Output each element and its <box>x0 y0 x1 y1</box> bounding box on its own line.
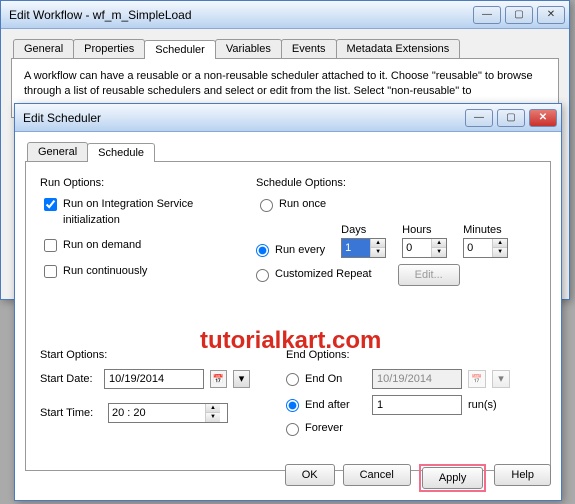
edit-repeat-button[interactable]: Edit... <box>398 264 460 286</box>
scheduler-tabs: General Schedule <box>17 138 559 161</box>
run-on-demand-checkbox[interactable]: Run on demand <box>44 238 240 253</box>
forever-radio[interactable]: Forever <box>286 421 343 436</box>
titlebar: Edit Workflow - wf_m_SimpleLoad — ▢ ✕ <box>1 1 569 29</box>
close-button[interactable]: ✕ <box>537 6 565 24</box>
radio-label: End On <box>305 372 342 387</box>
minimize-button[interactable]: — <box>465 109 493 127</box>
hours-label: Hours <box>402 223 447 238</box>
start-time-spinner[interactable]: ▲▼ <box>108 403 228 423</box>
tab-scheduler[interactable]: Scheduler <box>144 40 216 59</box>
radio-input[interactable] <box>286 423 299 436</box>
checkbox-label: Run on Integration Service initializatio… <box>63 197 240 228</box>
edit-scheduler-window: Edit Scheduler — ▢ ✕ General Schedule Ru… <box>14 103 562 501</box>
chevron-down-icon: ▾ <box>492 370 510 388</box>
spin-up-icon[interactable]: ▲ <box>206 404 220 413</box>
cancel-button[interactable]: Cancel <box>343 464 411 486</box>
hours-input[interactable] <box>403 239 431 257</box>
checkbox-input[interactable] <box>44 239 57 252</box>
help-button[interactable]: Help <box>494 464 551 486</box>
radio-input[interactable] <box>286 373 299 386</box>
checkbox-input[interactable] <box>44 265 57 278</box>
radio-input[interactable] <box>260 199 273 212</box>
schedule-panel: Run Options: Run on Integration Service … <box>25 161 551 471</box>
workflow-tabs: General Properties Scheduler Variables E… <box>3 35 567 58</box>
spin-up-icon[interactable]: ▲ <box>493 239 507 248</box>
days-input[interactable] <box>342 239 370 257</box>
radio-label: End after <box>305 398 350 413</box>
end-after-runs-input[interactable] <box>372 395 462 415</box>
tab-properties[interactable]: Properties <box>73 39 145 58</box>
window-title: Edit Scheduler <box>23 111 465 125</box>
hours-spinner[interactable]: ▲▼ <box>402 238 447 258</box>
spin-up-icon[interactable]: ▲ <box>371 239 385 248</box>
window-title: Edit Workflow - wf_m_SimpleLoad <box>9 8 473 22</box>
dialog-buttons: OK Cancel Apply Help <box>285 464 551 492</box>
calendar-icon[interactable]: 📅 <box>210 370 227 388</box>
radio-label: Run every <box>275 243 325 258</box>
tab-general[interactable]: General <box>13 39 74 58</box>
radio-input[interactable] <box>256 269 269 282</box>
run-integration-service-checkbox[interactable]: Run on Integration Service initializatio… <box>44 197 240 228</box>
tab-events[interactable]: Events <box>281 39 337 58</box>
tab-variables[interactable]: Variables <box>215 39 282 58</box>
tab-schedule[interactable]: Schedule <box>87 143 155 162</box>
start-time-input[interactable] <box>109 404 205 422</box>
chevron-down-icon[interactable]: ▾ <box>233 370 250 388</box>
spin-down-icon[interactable]: ▼ <box>432 248 446 257</box>
start-date-input[interactable] <box>104 369 204 389</box>
days-label: Days <box>341 223 386 238</box>
checkbox-label: Run continuously <box>63 264 147 279</box>
end-after-radio[interactable]: End after <box>286 398 366 413</box>
spin-down-icon[interactable]: ▼ <box>371 248 385 257</box>
checkbox-input[interactable] <box>44 198 57 211</box>
days-spinner[interactable]: ▲▼ <box>341 238 386 258</box>
spin-up-icon[interactable]: ▲ <box>432 239 446 248</box>
close-button[interactable]: ✕ <box>529 109 557 127</box>
radio-input[interactable] <box>286 399 299 412</box>
radio-label: Customized Repeat <box>275 267 372 282</box>
watermark: tutorialkart.com <box>200 327 381 355</box>
runs-suffix: run(s) <box>468 398 497 413</box>
minimize-button[interactable]: — <box>473 6 501 24</box>
spin-down-icon[interactable]: ▼ <box>493 248 507 257</box>
apply-button[interactable]: Apply <box>422 467 484 489</box>
radio-input[interactable] <box>256 244 269 257</box>
spin-down-icon[interactable]: ▼ <box>206 413 220 422</box>
run-continuously-checkbox[interactable]: Run continuously <box>44 264 240 279</box>
calendar-icon: 📅 <box>468 370 486 388</box>
end-on-date-input <box>372 369 462 389</box>
schedule-options-label: Schedule Options: <box>256 176 536 191</box>
maximize-button[interactable]: ▢ <box>505 6 533 24</box>
start-time-label: Start Time: <box>40 406 102 421</box>
checkbox-label: Run on demand <box>63 238 141 253</box>
minutes-input[interactable] <box>464 239 492 257</box>
run-every-radio[interactable]: Run every <box>256 243 325 258</box>
titlebar: Edit Scheduler — ▢ ✕ <box>15 104 561 132</box>
maximize-button[interactable]: ▢ <box>497 109 525 127</box>
end-on-radio[interactable]: End On <box>286 372 366 387</box>
run-options-label: Run Options: <box>40 176 240 191</box>
start-date-label: Start Date: <box>40 372 98 387</box>
ok-button[interactable]: OK <box>285 464 335 486</box>
radio-label: Run once <box>279 197 326 212</box>
customized-repeat-radio[interactable]: Customized Repeat <box>256 267 372 282</box>
minutes-spinner[interactable]: ▲▼ <box>463 238 508 258</box>
radio-label: Forever <box>305 421 343 436</box>
tab-general[interactable]: General <box>27 142 88 161</box>
minutes-label: Minutes <box>463 223 508 238</box>
run-once-radio[interactable]: Run once <box>260 197 536 212</box>
tab-metadata-extensions[interactable]: Metadata Extensions <box>336 39 461 58</box>
